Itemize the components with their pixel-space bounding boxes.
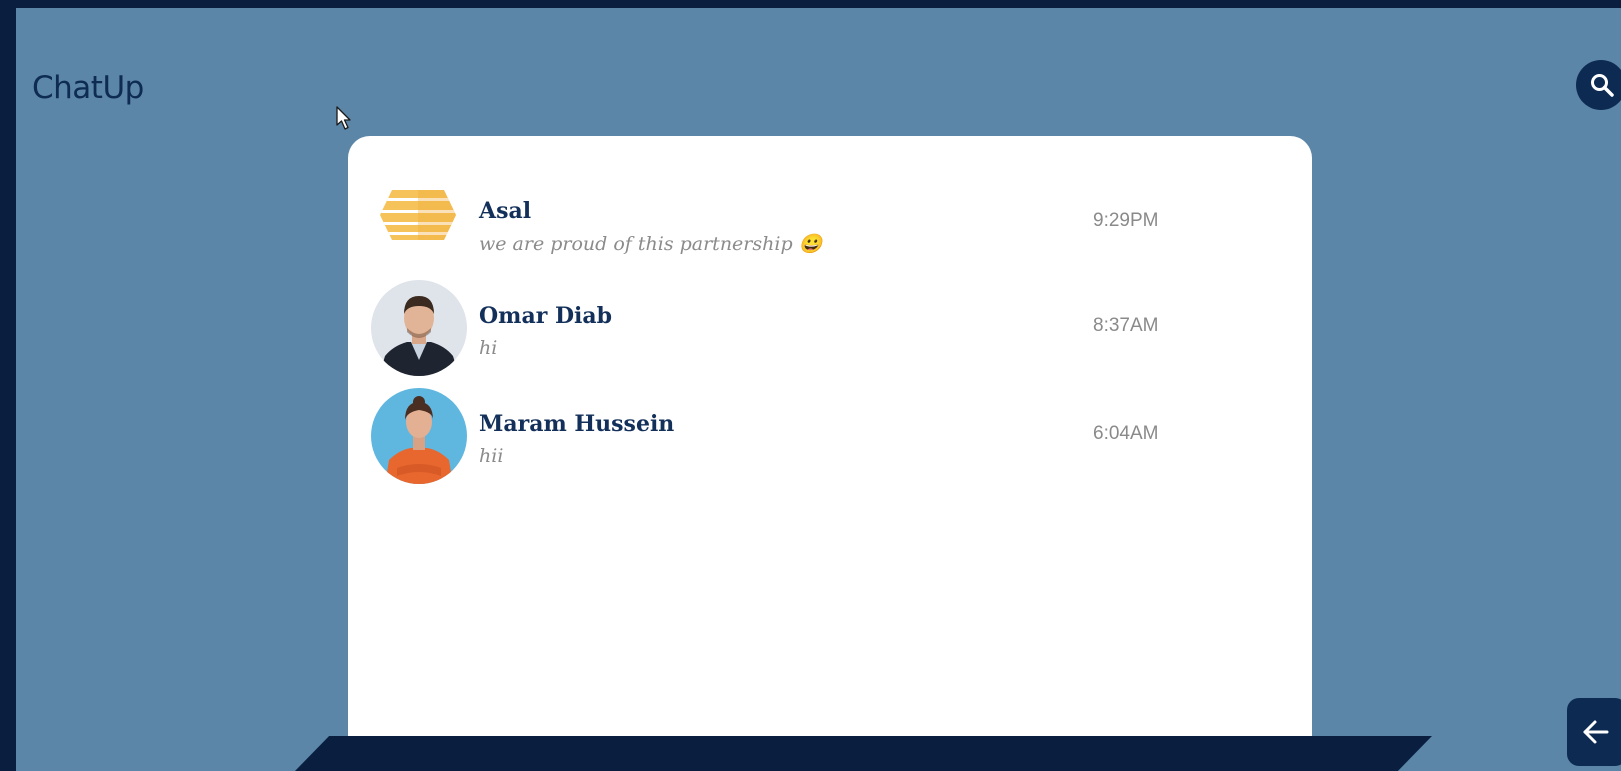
hexagon-logo-icon bbox=[380, 190, 456, 240]
chat-list-panel: Asal we are proud of this partnership 😀 … bbox=[348, 136, 1312, 771]
back-button[interactable] bbox=[1567, 698, 1621, 766]
search-button[interactable] bbox=[1576, 60, 1621, 110]
woman-portrait-icon bbox=[371, 388, 467, 484]
chat-time: 9:29PM bbox=[1093, 210, 1159, 231]
man-portrait-icon bbox=[371, 280, 467, 376]
chat-item-omar-diab[interactable]: Omar Diab hi 8:37AM bbox=[348, 280, 1312, 380]
mouse-cursor-icon bbox=[336, 106, 351, 130]
search-icon bbox=[1591, 74, 1614, 97]
chat-item-maram-hussein[interactable]: Maram Hussein hii 6:04AM bbox=[348, 388, 1312, 488]
app-title: ChatUp bbox=[32, 70, 144, 106]
avatar bbox=[371, 388, 467, 484]
chat-time: 6:04AM bbox=[1093, 423, 1159, 444]
chat-last-message: hii bbox=[479, 445, 504, 467]
chat-time: 8:37AM bbox=[1093, 315, 1159, 336]
chat-name: Omar Diab bbox=[479, 303, 613, 329]
chat-last-message: we are proud of this partnership 😀 bbox=[479, 233, 823, 255]
avatar bbox=[378, 186, 458, 246]
app-background: ChatUp Asal we are proud of this partner… bbox=[16, 8, 1621, 771]
avatar bbox=[371, 280, 467, 376]
bottom-input-bar bbox=[295, 736, 1432, 771]
arrow-left-icon bbox=[1583, 720, 1609, 744]
chat-name: Asal bbox=[479, 198, 532, 224]
chat-last-message: hi bbox=[479, 337, 498, 359]
chat-name: Maram Hussein bbox=[479, 411, 675, 437]
chat-item-asal[interactable]: Asal we are proud of this partnership 😀 … bbox=[348, 186, 1312, 286]
